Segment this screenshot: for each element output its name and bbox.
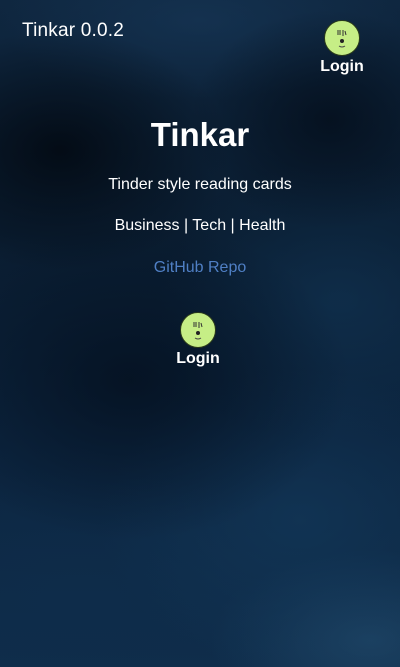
avatar-icon [324, 20, 360, 56]
category-list: Business | Tech | Health [114, 217, 286, 234]
login-label: Login [176, 350, 220, 367]
app-version: Tinkar 0.0.2 [22, 20, 125, 41]
login-label: Login [320, 58, 364, 75]
header-login-button[interactable]: Login [314, 20, 370, 76]
page-title: Tinkar [150, 116, 250, 153]
main-login-button[interactable]: Login [170, 312, 226, 368]
tagline: Tinder style reading cards [108, 176, 292, 193]
github-repo-link[interactable]: GitHub Repo [0, 259, 400, 277]
avatar-icon [180, 312, 216, 348]
